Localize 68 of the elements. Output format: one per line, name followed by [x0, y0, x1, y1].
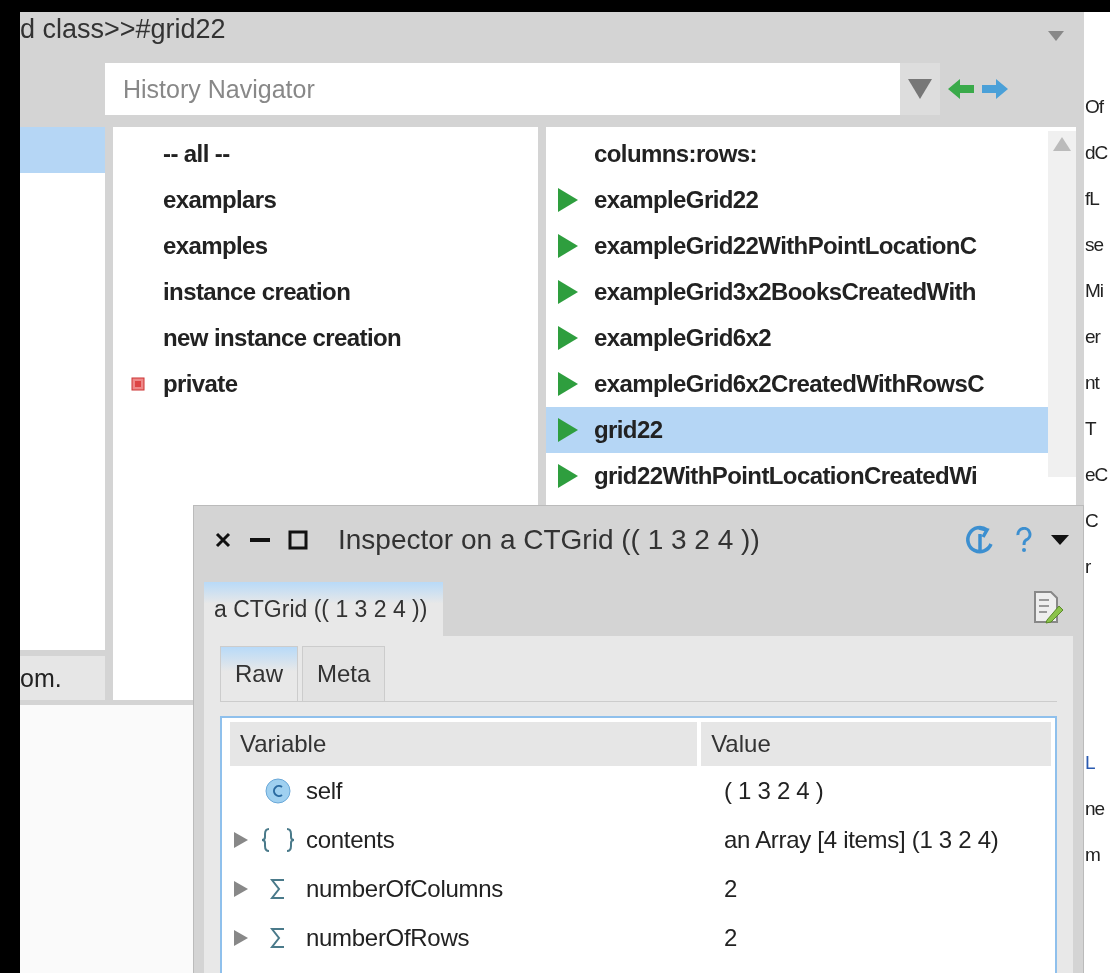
- play-icon[interactable]: [556, 463, 580, 489]
- play-icon[interactable]: [556, 325, 580, 351]
- variable-name: self: [306, 776, 343, 805]
- close-icon[interactable]: [214, 531, 232, 549]
- braces-icon: [261, 826, 295, 853]
- play-icon[interactable]: [556, 233, 580, 259]
- scrollbar[interactable]: [1048, 131, 1076, 477]
- edit-document-icon[interactable]: [1033, 590, 1063, 624]
- text-fragment: fL: [1085, 187, 1099, 211]
- method-item[interactable]: exampleGrid3x2BooksCreatedWith: [546, 269, 1048, 315]
- dropdown-icon[interactable]: [1051, 535, 1069, 545]
- method-item[interactable]: columns:rows:: [546, 131, 1048, 177]
- method-item[interactable]: exampleGrid6x2CreatedWithRowsC: [546, 361, 1048, 407]
- class-icon: [264, 776, 292, 805]
- method-item[interactable]: exampleGrid22WithPointLocationC: [546, 223, 1048, 269]
- text-fragment: L: [1085, 751, 1095, 775]
- text-fragment: m: [1085, 843, 1100, 867]
- variable-value: an Array [4 items] (1 3 2 4): [724, 825, 999, 854]
- sigma-icon: [270, 877, 286, 900]
- history-combo-box[interactable]: History Navigator: [105, 63, 940, 115]
- column-header[interactable]: Value: [701, 722, 1051, 766]
- text-fragment: Mi: [1085, 279, 1104, 303]
- protocol-item[interactable]: examples: [163, 232, 268, 260]
- history-field[interactable]: History Navigator: [105, 73, 900, 105]
- protocol-item[interactable]: new instance creation: [163, 324, 402, 352]
- protocol-item[interactable]: private: [163, 370, 238, 398]
- text-fragment: nt: [1085, 371, 1099, 395]
- text-fragment: eC: [1085, 463, 1108, 487]
- expand-icon[interactable]: [234, 929, 248, 946]
- class-side-button[interactable]: om.: [20, 650, 105, 700]
- back-arrow-icon[interactable]: [948, 79, 974, 99]
- window-title: Inspector on a CTGrid (( 1 3 2 4 )): [338, 524, 761, 556]
- play-icon[interactable]: [556, 187, 580, 213]
- text-fragment: se: [1085, 233, 1104, 257]
- help-icon[interactable]: [1015, 527, 1033, 553]
- view-tab[interactable]: Raw: [220, 646, 298, 701]
- maximize-icon[interactable]: [288, 530, 308, 550]
- variable-value: 2: [724, 874, 738, 903]
- variable-name: numberOfColumns: [306, 874, 503, 903]
- forward-arrow-icon[interactable]: [982, 79, 1008, 99]
- method-item[interactable]: exampleGrid22: [546, 177, 1048, 223]
- sigma-icon: [270, 926, 286, 949]
- text-fragment: Of: [1085, 95, 1104, 119]
- protocol-item[interactable]: instance creation: [163, 278, 351, 306]
- variable-value: 2: [724, 923, 738, 952]
- protocol-item[interactable]: -- all --: [163, 140, 230, 168]
- protocol-item[interactable]: examplars: [163, 186, 277, 214]
- play-icon[interactable]: [556, 417, 580, 443]
- text-fragment: C: [1085, 509, 1098, 533]
- variable-name: contents: [306, 825, 395, 854]
- text-fragment: dC: [1085, 141, 1108, 165]
- expand-icon[interactable]: [234, 880, 248, 897]
- text-fragment: ne: [1085, 797, 1105, 821]
- text-fragment: r: [1085, 555, 1091, 579]
- view-tab[interactable]: Meta: [302, 646, 386, 701]
- method-item[interactable]: grid22: [546, 407, 1048, 453]
- text-fragment: er: [1085, 325, 1100, 349]
- play-icon[interactable]: [556, 371, 580, 397]
- variable-name: numberOfRows: [306, 923, 470, 952]
- inspector-tab[interactable]: a CTGrid (( 1 3 2 4 )): [204, 582, 444, 636]
- window-title: d class>>#grid22: [20, 13, 226, 45]
- text-fragment: T: [1085, 417, 1096, 441]
- column-header[interactable]: Variable: [230, 722, 698, 766]
- expand-icon[interactable]: [234, 831, 248, 848]
- variable-value: ( 1 3 2 4 ): [724, 776, 824, 805]
- method-item[interactable]: exampleGrid6x2: [546, 315, 1048, 361]
- play-icon[interactable]: [556, 279, 580, 305]
- method-item[interactable]: grid22WithPointLocationCreatedWi: [546, 453, 1048, 499]
